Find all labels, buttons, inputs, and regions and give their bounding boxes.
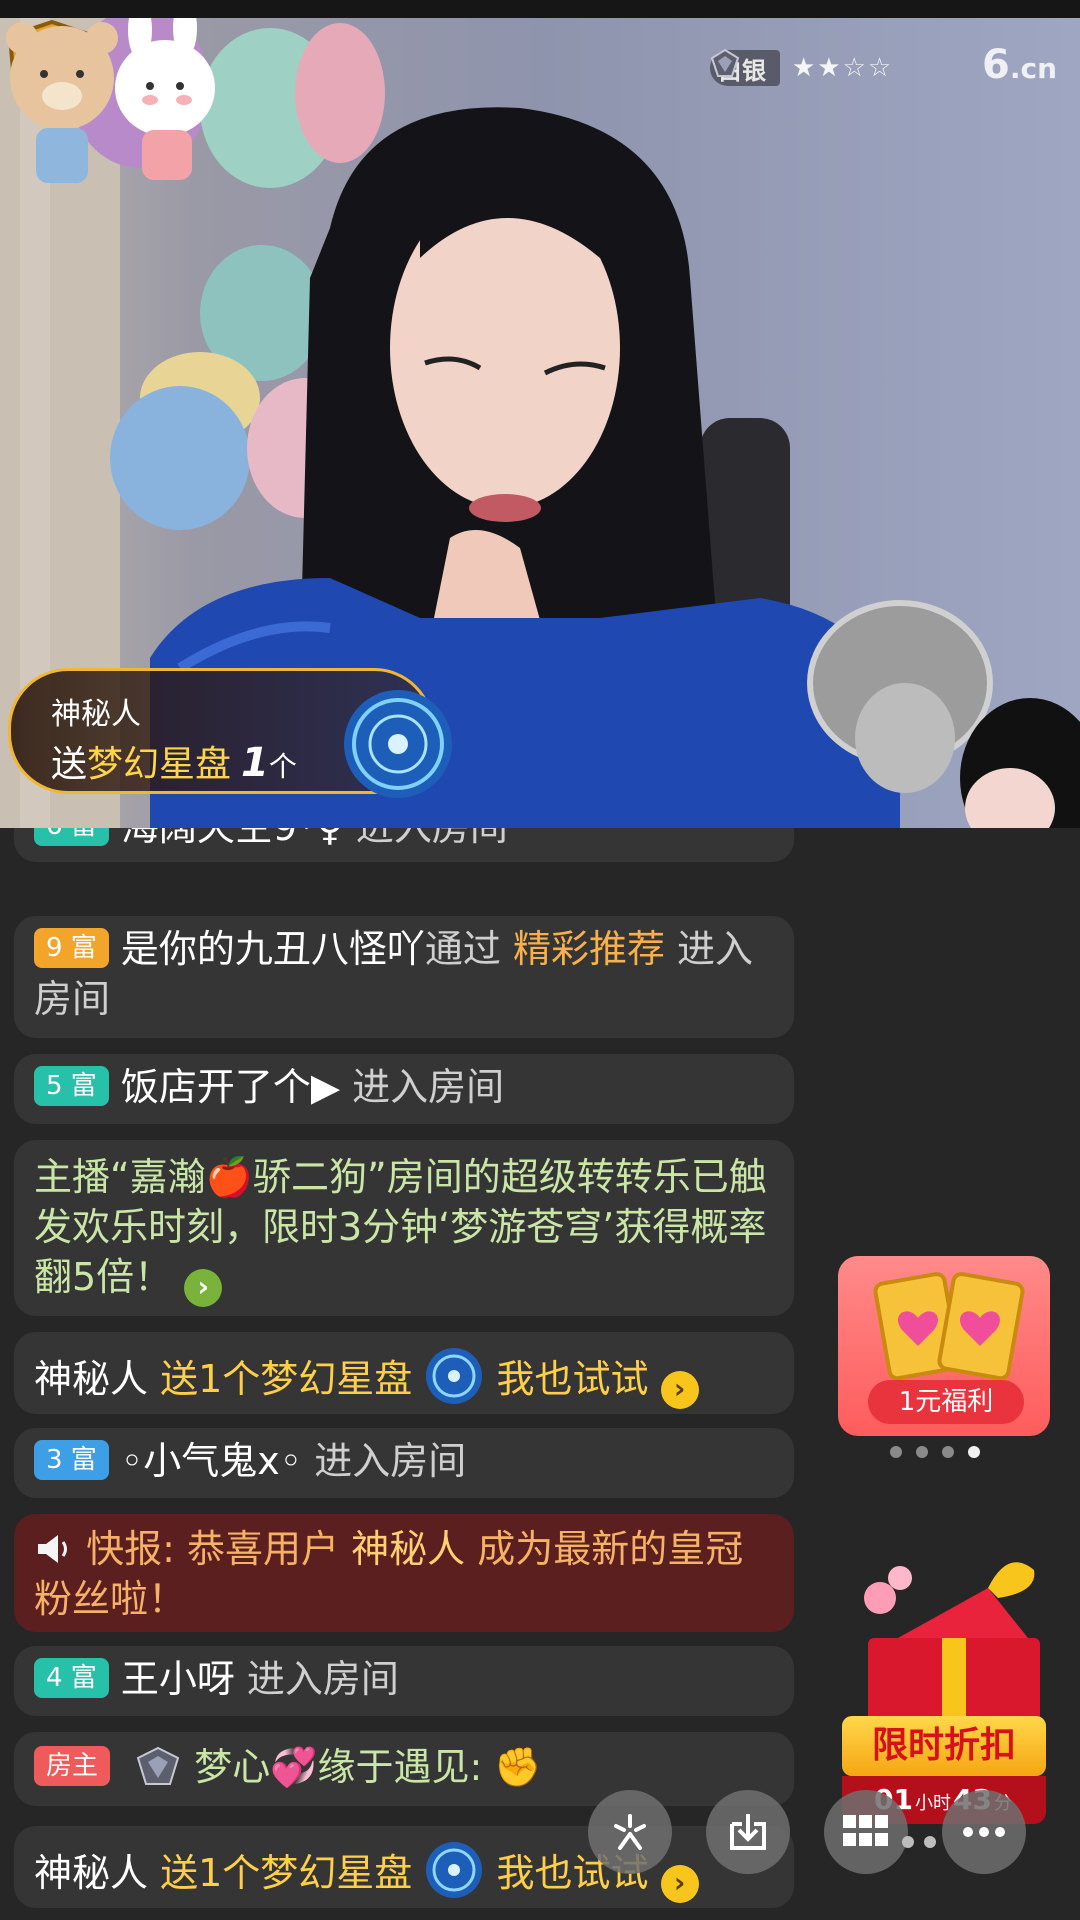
carousel-dot — [916, 1446, 928, 1458]
chevron-right-icon[interactable]: › — [660, 1865, 699, 1903]
rank-gem-icon — [710, 48, 740, 77]
carousel-dots — [890, 1446, 980, 1458]
alert-message: 快报: 恭喜用户 神秘人 成为最新的皇冠粉丝啦！ — [14, 1514, 794, 1632]
gift-name: 梦幻星盘 — [87, 744, 232, 785]
bears-sticker-icon — [6, 18, 215, 183]
chat-username[interactable]: 饭店开了个▶ — [121, 1065, 340, 1109]
level-badge: 3 富 — [34, 1440, 109, 1480]
chat-action: 进入房间 — [314, 1439, 467, 1483]
gift-verb: 送 — [51, 744, 88, 785]
chat-message: 4 富王小呀 进入房间 — [14, 1646, 794, 1716]
chat-action: 进入房间 — [352, 1065, 505, 1109]
zodiac-orb-icon — [344, 690, 452, 798]
chat-username[interactable]: 神秘人 — [34, 1357, 148, 1401]
chevron-right-icon[interactable]: › — [660, 1371, 699, 1409]
carousel-dot — [890, 1446, 902, 1458]
rank-indicator: 白银 ★★☆☆ — [710, 48, 893, 88]
chat-username[interactable]: 是你的九丑八怪吖 — [121, 927, 425, 971]
chat-username[interactable]: 神秘人 — [34, 1851, 148, 1895]
alert-prefix: 快报: — [86, 1527, 175, 1571]
status-bar — [0, 0, 1080, 18]
chat-list[interactable]: 6 富海阔天空9*♀ 进入房间 9 富是你的九丑八怪吖通过 精彩推荐 进入房间 … — [0, 828, 800, 1920]
alert-text-a: 恭喜用户 — [187, 1527, 340, 1571]
more-icon — [963, 1827, 1005, 1837]
gift-text: 送梦幻星盘 1个 — [51, 735, 297, 787]
chat-action: 进入房间 — [356, 828, 508, 849]
more-button[interactable] — [942, 1790, 1026, 1874]
download-button[interactable] — [706, 1790, 790, 1874]
gift-message: 神秘人 送1个梦幻星盘 我也试试 › — [14, 1826, 794, 1908]
chat-source-link[interactable]: 精彩推荐 — [513, 927, 665, 971]
level-badge: 4 富 — [34, 1658, 109, 1698]
carousel-dot — [942, 1446, 954, 1458]
chat-message: 6 富海阔天空9*♀ 进入房间 — [14, 828, 794, 862]
gift-message: 神秘人 送1个梦幻星盘 我也试试 › — [14, 1332, 794, 1414]
effects-button[interactable] — [588, 1790, 672, 1874]
gift-message-text: 送1个梦幻星盘 — [160, 1851, 413, 1895]
rank-stars: ★★☆☆ — [792, 53, 894, 83]
welfare-button[interactable]: 1元福利 — [868, 1380, 1024, 1424]
chevron-right-icon[interactable]: › — [184, 1269, 223, 1307]
level-badge: 5 富 — [34, 1066, 109, 1106]
alert-user[interactable]: 神秘人 — [351, 1527, 465, 1571]
gift-unit: 个 — [268, 750, 297, 783]
gift-message-text: 送1个梦幻星盘 — [160, 1357, 413, 1401]
heart-cards-icon — [873, 1272, 1025, 1381]
site-logo: 6.cn — [982, 42, 1057, 88]
gift-sender: 神秘人 — [51, 697, 141, 732]
system-message: 主播“嘉瀚🍎骄二狗”房间的超级转转乐已触发欢乐时刻，限时3分钟‘梦游苍穹’获得概… — [14, 1140, 794, 1316]
chat-message: 9 富是你的九丑八怪吖通过 精彩推荐 进入房间 — [14, 916, 794, 1038]
carousel-dot — [902, 1836, 914, 1848]
gift-box-icon — [864, 1562, 1040, 1728]
system-text: 主播“嘉瀚🍎骄二狗”房间的超级转转乐已触发欢乐时刻，限时3分钟‘梦游苍穹’获得概… — [34, 1155, 767, 1299]
download-icon — [730, 1814, 766, 1850]
discount-promo[interactable]: 限时折扣 01小时43分 — [838, 1548, 1050, 1824]
carousel-dot-active — [968, 1446, 980, 1458]
rank-gem-icon — [136, 1746, 180, 1785]
chat-username[interactable]: 王小呀 — [121, 1657, 235, 1701]
sparkle-icon — [614, 1814, 646, 1850]
zodiac-orb-icon — [426, 1348, 483, 1404]
chat-emoji: ✊ — [494, 1745, 542, 1789]
speaker-icon — [38, 1535, 67, 1563]
chat-via: 通过 — [424, 927, 501, 971]
site-logo-main: 6 — [982, 42, 1010, 88]
promo-page-dots — [902, 1836, 936, 1848]
chat-message: 3 富 ◦小气鬼x◦ 进入房间 — [14, 1428, 794, 1498]
carousel-dot — [924, 1836, 936, 1848]
chat-message: 5 富饭店开了个▶ 进入房间 — [14, 1054, 794, 1124]
discount-label: 限时折扣 — [842, 1716, 1046, 1776]
rank-badge: 白银 — [710, 48, 780, 86]
chat-action: 进入房间 — [246, 1657, 399, 1701]
site-logo-suffix: .cn — [1009, 52, 1058, 85]
chat-username[interactable]: 梦心💞缘于遇见: — [194, 1745, 482, 1789]
apps-button[interactable] — [824, 1790, 908, 1874]
try-it-link[interactable]: 我也试试 — [496, 1357, 648, 1401]
grid-icon — [843, 1815, 888, 1846]
chat-message: 房主 梦心💞缘于遇见: ✊ — [14, 1732, 794, 1806]
host-badge: 房主 — [34, 1746, 111, 1786]
zodiac-orb-icon — [426, 1842, 483, 1898]
level-badge: 6 富 — [34, 828, 109, 846]
chat-username[interactable]: ◦小气鬼x◦ — [121, 1439, 302, 1483]
level-badge: 9 富 — [34, 928, 109, 968]
timer-hours-unit: 小时 — [915, 1793, 951, 1814]
welfare-promo-card[interactable]: 1元福利 — [838, 1256, 1050, 1436]
gift-count: 1 — [241, 740, 269, 786]
chat-username[interactable]: 海阔天空9*♀ — [121, 828, 344, 849]
